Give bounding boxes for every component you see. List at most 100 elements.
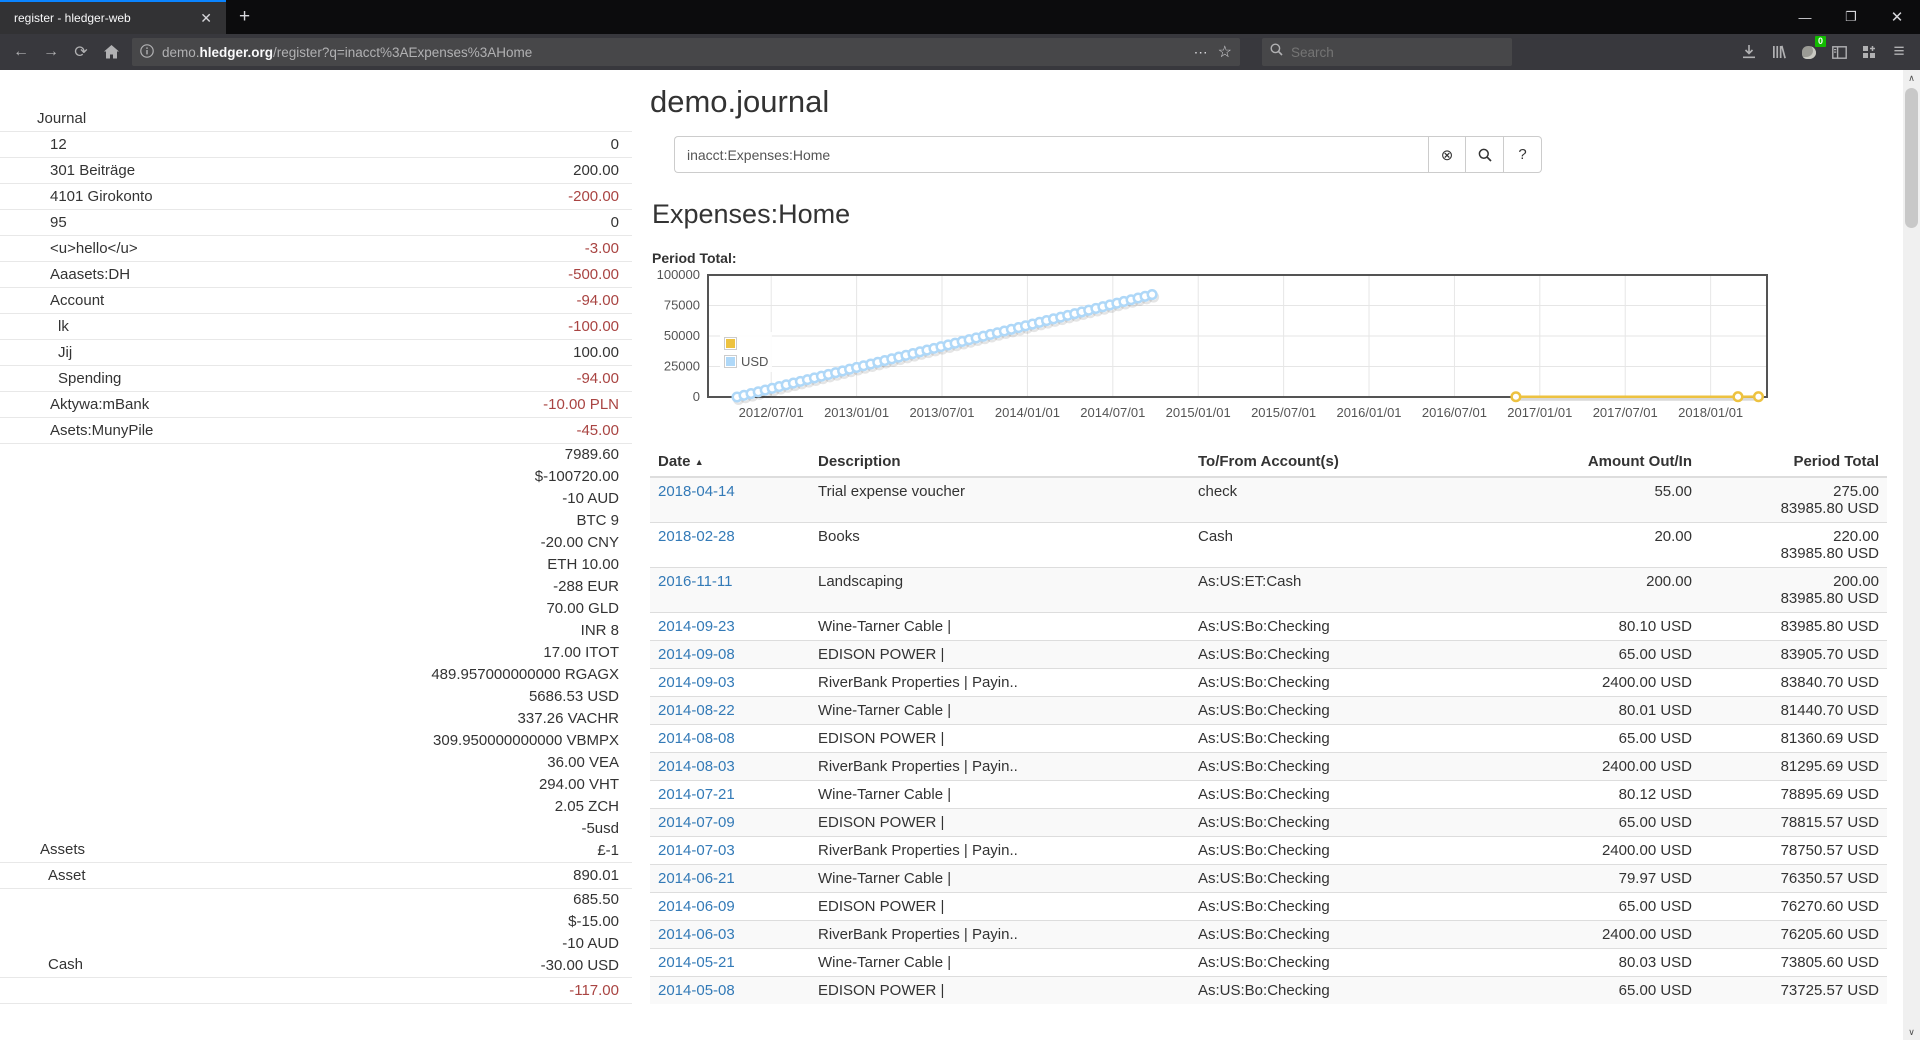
sidebar-account-link[interactable]: 95 [0, 210, 67, 235]
table-row: 2014-08-22Wine-Tarner Cable |As:US:Bo:Ch… [650, 697, 1887, 725]
sidebar-account-link[interactable]: Spending [0, 366, 121, 391]
column-header-tofrom[interactable]: To/From Account(s) [1190, 447, 1470, 477]
transaction-date-link[interactable]: 2018-04-14 [658, 483, 735, 500]
tab-close-icon[interactable]: ✕ [194, 8, 218, 29]
transaction-date-link[interactable]: 2016-11-11 [658, 573, 733, 590]
window-close-button[interactable]: ✕ [1874, 0, 1920, 34]
clear-query-button[interactable]: ⊗ [1428, 136, 1466, 173]
sidebar-account-row: Assets7989.60$-100720.00-10 AUDBTC 9-20.… [0, 444, 632, 863]
transaction-date-link[interactable]: 2014-06-03 [658, 926, 735, 943]
transaction-amount: 65.00 USD [1470, 977, 1700, 1005]
transaction-description: EDISON POWER | [810, 977, 1190, 1005]
extension-icon[interactable]: 0 [1794, 38, 1824, 66]
transaction-date-link[interactable]: 2014-05-21 [658, 954, 735, 971]
sidebar-account-link[interactable]: Journal [0, 106, 86, 131]
sidebar-account-link[interactable]: Assets [0, 837, 85, 862]
transaction-account: As:US:Bo:Checking [1190, 697, 1470, 725]
period-total-cell: 83840.70 USD [1700, 669, 1887, 697]
window-restore-button[interactable]: ❐ [1828, 0, 1874, 34]
transaction-description: Books [810, 523, 1190, 568]
sidebar-account-row: Asets:MunyPile-45.00 [0, 418, 632, 444]
column-header-date[interactable]: Date ▲ [650, 447, 810, 477]
transaction-date-link[interactable]: 2018-02-28 [658, 528, 735, 545]
transaction-date-link[interactable]: 2014-07-09 [658, 814, 735, 831]
svg-text:2018/01/01: 2018/01/01 [1678, 405, 1743, 420]
sidebar-account-balance: 685.50$-15.00-10 AUD-30.00 USD [541, 889, 619, 977]
back-icon[interactable]: ← [6, 38, 36, 66]
window-controls: — ❐ ✕ [1782, 0, 1920, 34]
reload-icon[interactable]: ⟳ [66, 38, 96, 66]
transaction-date-link[interactable]: 2014-09-23 [658, 618, 735, 635]
page-scrollbar[interactable]: ∧ ∨ [1903, 70, 1920, 1040]
transaction-date-link[interactable]: 2014-07-21 [658, 786, 735, 803]
transaction-date-link[interactable]: 2014-08-08 [658, 730, 735, 747]
transaction-description: RiverBank Properties | Payin.. [810, 669, 1190, 697]
forward-icon[interactable]: → [36, 38, 66, 66]
sidebar-account-link[interactable]: 301 Beiträge [0, 158, 135, 183]
sort-caret-icon: ▲ [695, 457, 704, 467]
scroll-down-icon[interactable]: ∨ [1903, 1024, 1920, 1040]
transaction-account: As:US:Bo:Checking [1190, 865, 1470, 893]
period-total-cell: 78895.69 USD [1700, 781, 1887, 809]
help-button[interactable]: ? [1504, 136, 1542, 173]
sidebar-account-link[interactable]: 4101 Girokonto [0, 184, 153, 209]
url-bar[interactable]: demo.hledger.org/register?q=inacct%3AExp… [132, 38, 1240, 66]
transaction-amount: 80.01 USD [1470, 697, 1700, 725]
transaction-date-link[interactable]: 2014-08-03 [658, 758, 735, 775]
column-header-total[interactable]: Period Total [1700, 447, 1887, 477]
table-row: 2014-08-08EDISON POWER |As:US:Bo:Checkin… [650, 725, 1887, 753]
site-info-icon[interactable] [140, 44, 154, 61]
sidebar-account-row: Cash 685.50$-15.00-10 AUD-30.00 USD [0, 889, 632, 978]
sidebar-account-link[interactable]: lk [0, 314, 69, 339]
browser-tab[interactable]: register - hledger-web ✕ [0, 0, 226, 34]
svg-text:0: 0 [693, 389, 700, 404]
menu-icon[interactable]: ≡ [1884, 38, 1914, 66]
home-icon[interactable] [96, 38, 126, 66]
tiles-plus-icon[interactable] [1854, 38, 1884, 66]
window-minimize-button[interactable]: — [1782, 0, 1828, 34]
table-row: 2014-07-21Wine-Tarner Cable |As:US:Bo:Ch… [650, 781, 1887, 809]
sidebar-account-balance: 890.01 [573, 863, 619, 888]
scrollbar-thumb[interactable] [1905, 88, 1918, 228]
bookmark-star-icon[interactable]: ☆ [1218, 42, 1232, 62]
transaction-account: check [1190, 477, 1470, 523]
library-icon[interactable] [1764, 38, 1794, 66]
sidebar-account-link[interactable]: Account [0, 288, 104, 313]
sidebar-toggle-icon[interactable] [1824, 38, 1854, 66]
sidebar-account-link[interactable]: Asets:MunyPile [0, 418, 153, 443]
svg-text:2013/07/01: 2013/07/01 [909, 405, 974, 420]
transaction-amount: 2400.00 USD [1470, 753, 1700, 781]
scroll-up-icon[interactable]: ∧ [1903, 70, 1920, 86]
transaction-account: As:US:Bo:Checking [1190, 725, 1470, 753]
transaction-date-link[interactable]: 2014-06-09 [658, 898, 735, 915]
downloads-icon[interactable] [1734, 38, 1764, 66]
transaction-date-link[interactable]: 2014-06-21 [658, 870, 735, 887]
column-header-description[interactable]: Description [810, 447, 1190, 477]
browser-search-input[interactable] [1291, 45, 1481, 60]
sidebar-account-link[interactable]: Jij [0, 340, 72, 365]
browser-tab-bar: register - hledger-web ✕ + — ❐ ✕ [0, 0, 1920, 34]
sidebar-account-link[interactable]: 12 [0, 132, 67, 157]
sidebar-account-link[interactable]: Cash [0, 952, 83, 977]
transaction-date-link[interactable]: 2014-08-22 [658, 702, 735, 719]
new-tab-button[interactable]: + [226, 0, 263, 34]
sidebar-account-link[interactable]: Aaasets:DH [0, 262, 130, 287]
page-actions-icon[interactable]: ⋯ [1194, 44, 1208, 61]
sidebar-account-link[interactable]: Asset [0, 863, 86, 888]
sidebar-account-link[interactable]: Aktywa:mBank [0, 392, 149, 417]
table-row: 2014-06-09EDISON POWER |As:US:Bo:Checkin… [650, 893, 1887, 921]
search-button[interactable] [1466, 136, 1504, 173]
period-total-cell: 76205.60 USD [1700, 921, 1887, 949]
column-header-amount[interactable]: Amount Out/In [1470, 447, 1700, 477]
sidebar-account-link[interactable]: <u>hello</u> [0, 236, 138, 261]
transaction-date-link[interactable]: 2014-07-03 [658, 842, 735, 859]
url-text[interactable]: demo.hledger.org/register?q=inacct%3AExp… [162, 45, 1194, 60]
transaction-date-link[interactable]: 2014-05-08 [658, 982, 735, 999]
browser-search-box[interactable] [1262, 38, 1512, 66]
query-input[interactable] [674, 136, 1428, 173]
transaction-date-link[interactable]: 2014-09-03 [658, 674, 735, 691]
transaction-date-link[interactable]: 2014-09-08 [658, 646, 735, 663]
period-total-cell: 73725.57 USD [1700, 977, 1887, 1005]
transaction-amount: 79.97 USD [1470, 865, 1700, 893]
transaction-account: As:US:Bo:Checking [1190, 669, 1470, 697]
